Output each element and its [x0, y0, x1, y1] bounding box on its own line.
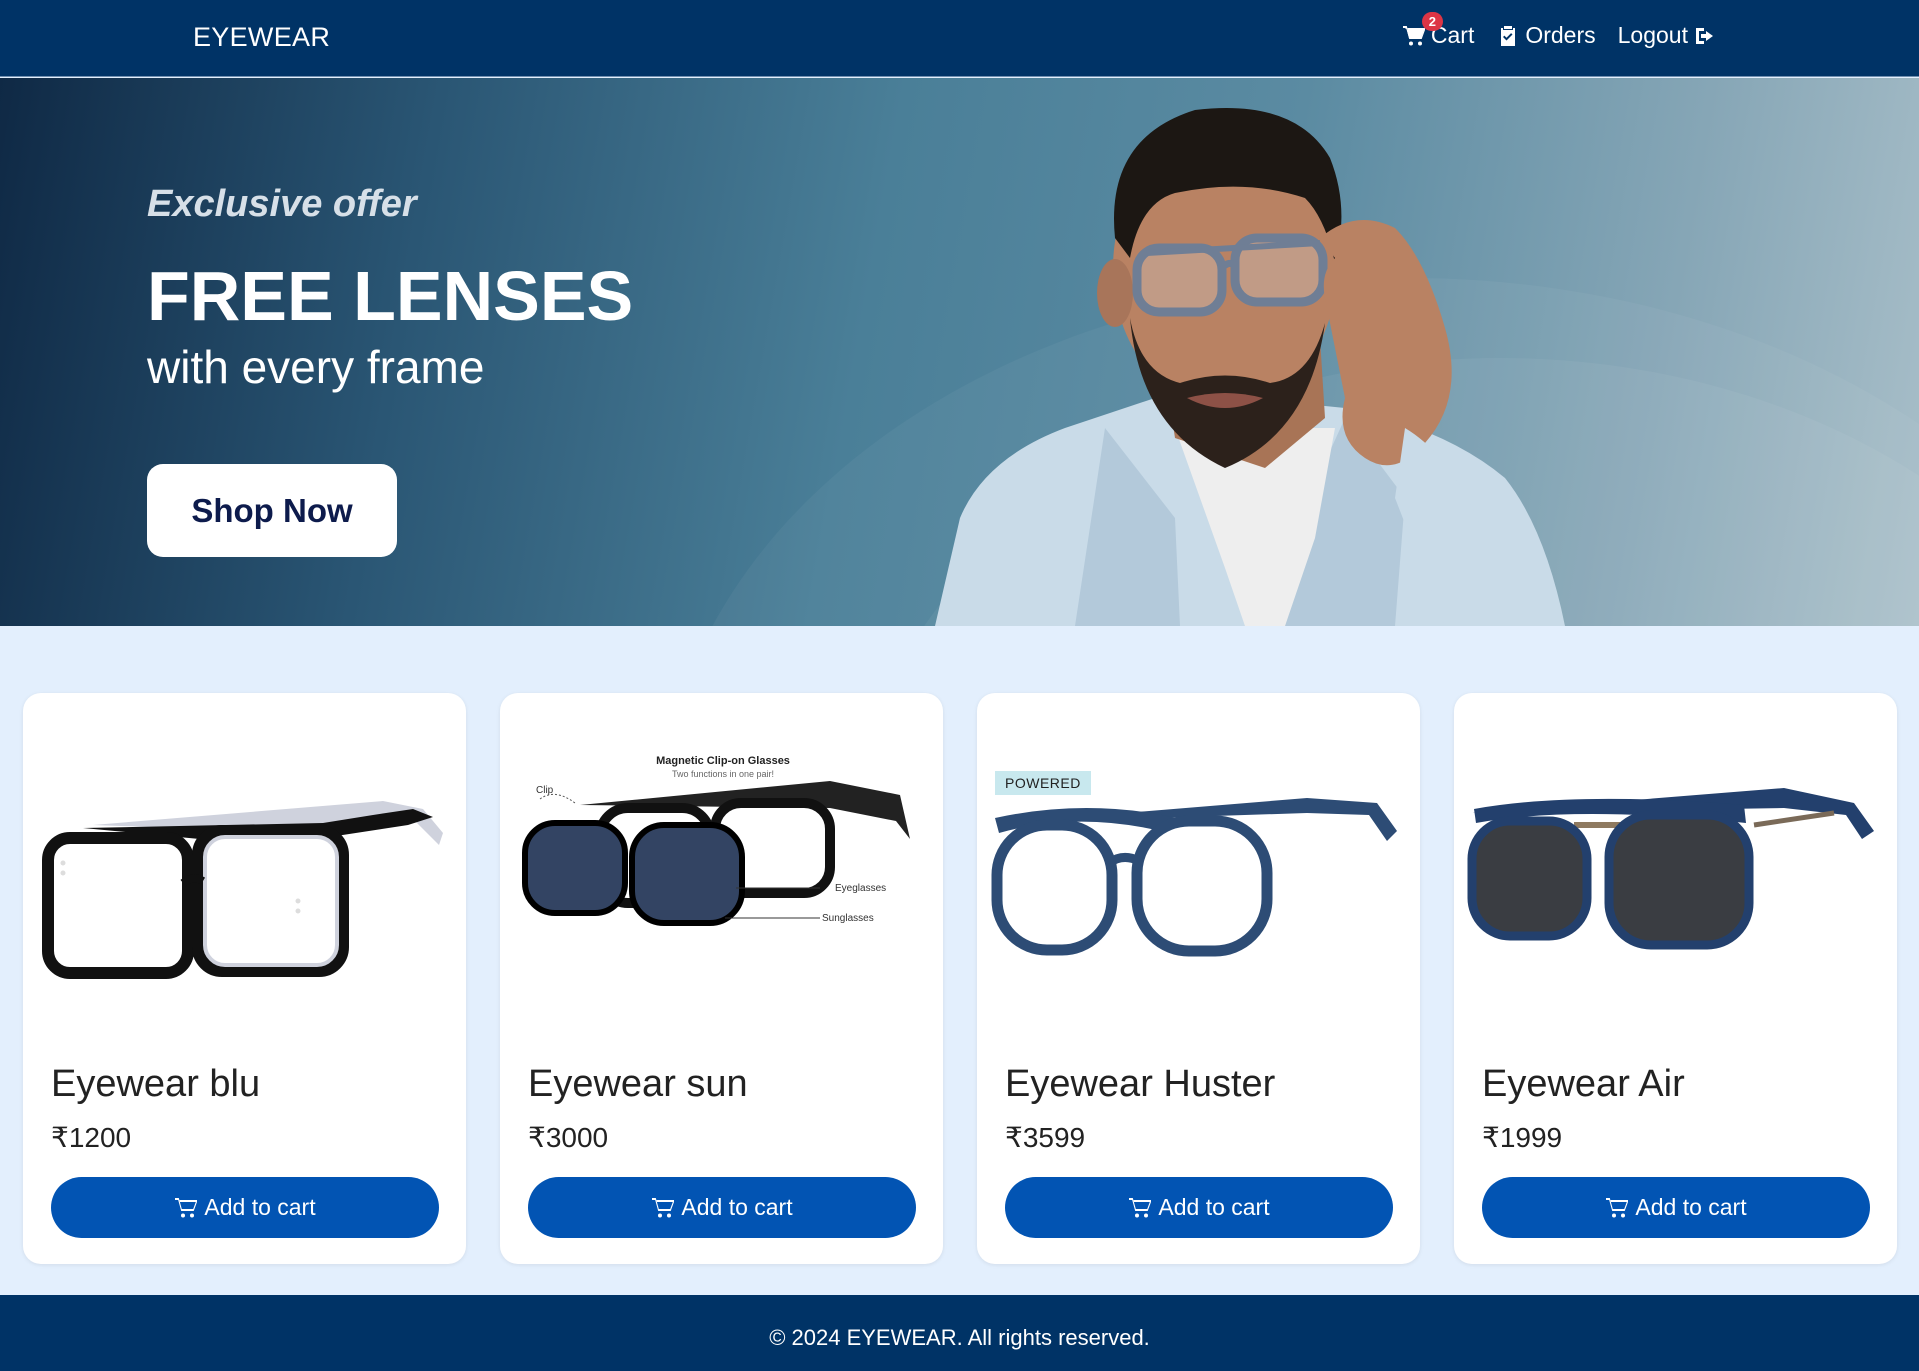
product-card: Magnetic Clip-on Glasses Two functions i…	[500, 693, 943, 1264]
copyright-text: © 2024 EYEWEAR. All rights reserved.	[769, 1325, 1150, 1350]
product-image	[1467, 788, 1874, 950]
add-to-cart-label: Add to cart	[1158, 1194, 1270, 1220]
product-card: POWERED Eyewear Huster ₹3599 Add to cart	[977, 693, 1420, 1264]
nav-links: 2 Cart Orders Logout	[1402, 12, 1717, 49]
image-heading-text: Magnetic Clip-on Glasses	[656, 755, 790, 767]
cart-icon	[652, 1197, 675, 1217]
add-to-cart-button[interactable]: Add to cart	[51, 1177, 439, 1238]
cart-icon	[1606, 1197, 1629, 1217]
hero-subtitle: with every frame	[147, 341, 485, 393]
cart-icon	[1402, 25, 1425, 45]
add-to-cart-button[interactable]: Add to cart	[1005, 1177, 1393, 1238]
add-to-cart-button[interactable]: Add to cart	[1482, 1177, 1870, 1238]
add-to-cart-label: Add to cart	[1635, 1194, 1747, 1220]
product-name: Eyewear Huster	[1005, 1063, 1276, 1105]
orders-label: Orders	[1525, 22, 1596, 48]
hero-banner: Exclusive offer FREE LENSES with every f…	[0, 78, 1919, 626]
product-grid: Eyewear blu ₹1200 Add to cart Magnetic C…	[23, 693, 1897, 1264]
add-to-cart-label: Add to cart	[204, 1194, 316, 1220]
product-price: ₹1200	[51, 1122, 132, 1153]
image-eyeglasses-label: Eyeglasses	[835, 883, 886, 894]
add-to-cart-button[interactable]: Add to cart	[528, 1177, 916, 1238]
footer: © 2024 EYEWEAR. All rights reserved.	[0, 1295, 1919, 1371]
product-name: Eyewear sun	[528, 1063, 748, 1105]
product-price: ₹3000	[528, 1122, 609, 1153]
clipboard-check-icon	[1501, 25, 1516, 46]
image-subheading-text: Two functions in one pair!	[672, 769, 774, 779]
product-name: Eyewear Air	[1482, 1063, 1685, 1105]
orders-link[interactable]: Orders	[1496, 22, 1596, 49]
product-price: ₹3599	[1005, 1122, 1086, 1153]
cart-count-badge: 2	[1421, 12, 1443, 31]
top-navbar: EYEWEAR 2 Cart Orders Logout	[0, 0, 1919, 77]
hero-offer-text: Exclusive offer	[147, 183, 417, 225]
add-to-cart-label: Add to cart	[681, 1194, 793, 1220]
model-with-glasses-image	[935, 108, 1565, 626]
cart-link[interactable]: 2 Cart	[1402, 12, 1474, 49]
hero-title: FREE LENSES	[147, 257, 634, 335]
product-name: Eyewear blu	[51, 1063, 261, 1105]
logout-link[interactable]: Logout	[1618, 22, 1717, 49]
product-price: ₹1999	[1482, 1122, 1563, 1153]
product-image: Magnetic Clip-on Glasses Two functions i…	[522, 755, 910, 926]
product-image	[991, 798, 1397, 957]
sign-out-icon	[1696, 27, 1713, 44]
logout-label: Logout	[1617, 22, 1688, 48]
product-card: Eyewear Air ₹1999 Add to cart	[1454, 693, 1897, 1264]
cart-icon	[1129, 1197, 1152, 1217]
cart-icon	[175, 1197, 198, 1217]
product-image	[42, 801, 443, 979]
brand-logo[interactable]: EYEWEAR	[193, 22, 330, 53]
shop-now-button[interactable]: Shop Now	[147, 464, 397, 557]
image-sunglasses-label: Sunglasses	[822, 913, 874, 924]
product-card: Eyewear blu ₹1200 Add to cart	[23, 693, 466, 1264]
